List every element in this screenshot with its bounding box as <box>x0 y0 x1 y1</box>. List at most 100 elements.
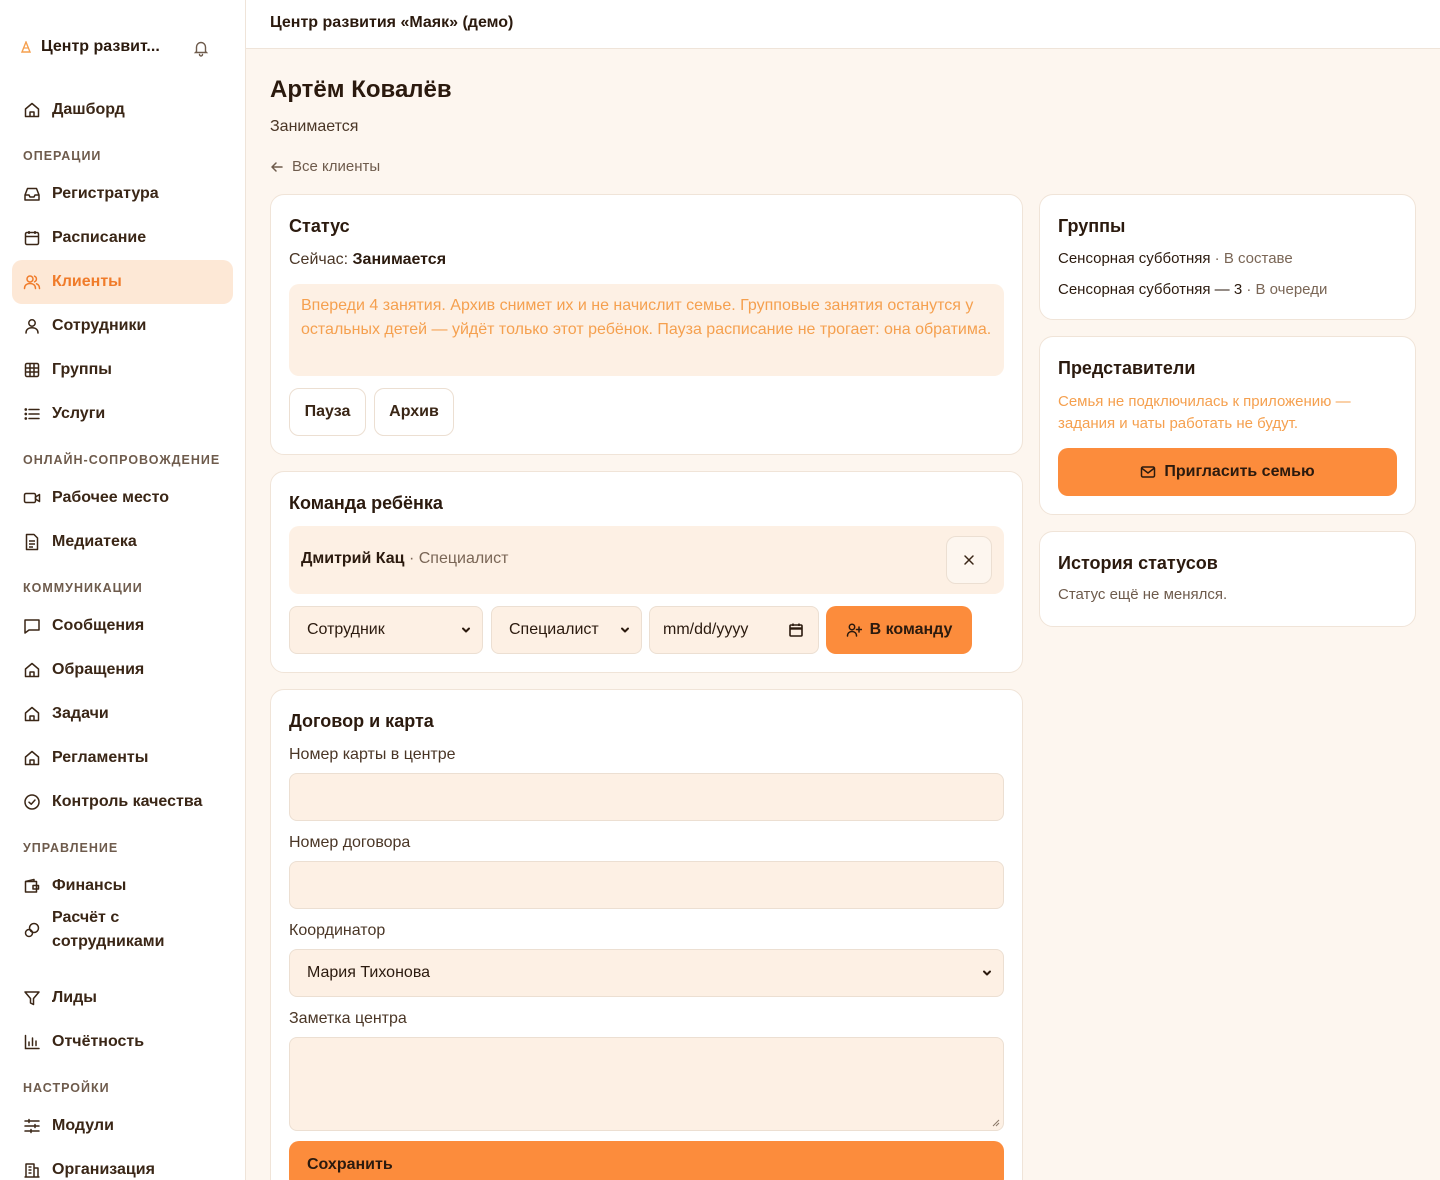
back-link-label: Все клиенты <box>292 158 381 175</box>
section-label-communications: КОММУНИКАЦИИ <box>23 581 143 595</box>
sidebar-item-label: Медиатека <box>52 533 137 550</box>
grid-icon <box>23 361 41 379</box>
sidebar-item-label: Лиды <box>52 989 97 1006</box>
bell-icon[interactable] <box>192 39 210 57</box>
contract-number-input[interactable] <box>289 861 1004 909</box>
card-number-input[interactable] <box>289 773 1004 821</box>
sidebar-item-reports[interactable]: Отчётность <box>12 1020 233 1064</box>
building-icon <box>23 1161 41 1179</box>
sidebar-item-label: Регламенты <box>52 749 149 766</box>
team-member-name: Дмитрий Кац · Специалист <box>301 550 509 567</box>
check-circle-icon <box>23 793 41 811</box>
archive-warning: Впереди 4 занятия. Архив снимет их и не … <box>289 284 1004 376</box>
sidebar-item-label: Рабочее место <box>52 489 169 506</box>
sidebar-item-tasks[interactable]: Задачи <box>12 692 233 736</box>
chevron-down-icon <box>983 970 991 976</box>
sidebar-item-label: Клиенты <box>52 273 122 290</box>
sidebar-item-label: Задачи <box>52 705 109 722</box>
chevron-down-icon <box>621 627 629 633</box>
sidebar-item-workspace[interactable]: Рабочее место <box>12 476 233 520</box>
filter-icon <box>23 989 41 1007</box>
sidebar-item-label: Группы <box>52 361 112 378</box>
sidebar-item-media[interactable]: Медиатека <box>12 520 233 564</box>
role-select[interactable]: Специалист <box>491 606 642 654</box>
sidebar-item-services[interactable]: Услуги <box>12 392 233 436</box>
topbar-title: Центр развития «Маяк» (демо) <box>270 14 514 31</box>
archive-button[interactable]: Архив <box>374 388 454 436</box>
group-item[interactable]: Сенсорная субботняя — 3 · В очереди <box>1058 281 1327 298</box>
employee-select[interactable]: Сотрудник <box>289 606 483 654</box>
wallet-icon <box>23 877 41 895</box>
section-label-operations: ОПЕРАЦИИ <box>23 149 102 163</box>
sidebar-item-groups[interactable]: Группы <box>12 348 233 392</box>
remove-member-button[interactable] <box>946 536 992 584</box>
sidebar-item-dashboard[interactable]: Дашборд <box>12 88 233 132</box>
sidebar-item-clients[interactable]: Клиенты <box>12 260 233 304</box>
sidebar-item-label: Расписание <box>52 229 147 246</box>
page-title: Артём Ковалёв <box>270 76 452 103</box>
child-team-card: Команда ребёнка Дмитрий Кац · Специалист… <box>270 471 1023 673</box>
groups-card-title: Группы <box>1058 216 1126 236</box>
status-history-card: История статусов Статус ещё не менялся. <box>1039 531 1416 627</box>
invite-family-button[interactable]: Пригласить семью <box>1058 448 1397 496</box>
sidebar-item-organization[interactable]: Организация <box>12 1148 233 1180</box>
sidebar-item-label: Услуги <box>52 405 106 422</box>
chevron-down-icon <box>462 627 470 633</box>
sliders-icon <box>23 1117 41 1135</box>
home-icon <box>23 749 41 767</box>
sidebar-item-label: Расчёт с сотрудниками <box>52 909 165 950</box>
sidebar-item-staff[interactable]: Сотрудники <box>12 304 233 348</box>
home-icon <box>23 705 41 723</box>
sidebar-item-leads[interactable]: Лиды <box>12 976 233 1020</box>
current-status: Сейчас: Занимается <box>289 251 447 268</box>
sidebar-item-schedule[interactable]: Расписание <box>12 216 233 260</box>
sidebar-item-label: Регистратура <box>52 185 159 202</box>
representatives-card: Представители Семья не подключилась к пр… <box>1039 336 1416 515</box>
sidebar-item-label: Дашборд <box>52 101 125 118</box>
group-item[interactable]: Сенсорная субботняя · В составе <box>1058 250 1293 267</box>
back-to-clients-link[interactable]: Все клиенты <box>270 158 380 175</box>
sidebar-header: Центр развит... <box>0 30 245 66</box>
lighthouse-logo-icon <box>20 41 32 53</box>
home-icon <box>23 661 41 679</box>
resize-grip-icon[interactable] <box>992 1119 1000 1127</box>
user-icon <box>23 317 41 335</box>
sidebar-item-label: Отчётность <box>52 1033 145 1050</box>
file-icon <box>23 533 41 551</box>
message-icon <box>23 617 41 635</box>
org-name: Центр развит... <box>41 38 160 55</box>
center-note-textarea[interactable] <box>289 1037 1004 1131</box>
section-label-settings: НАСТРОЙКИ <box>23 1081 110 1095</box>
add-to-team-button[interactable]: В команду <box>826 606 972 654</box>
sidebar-item-requests[interactable]: Обращения <box>12 648 233 692</box>
sidebar-item-payroll[interactable]: Расчёт с сотрудниками <box>12 902 233 958</box>
section-label-online: ОНЛАЙН-СОПРОВОЖДЕНИЕ <box>23 453 221 467</box>
bar-chart-icon <box>23 1033 41 1051</box>
contract-number-label: Номер договора <box>289 834 411 851</box>
sidebar-item-label: Контроль качества <box>52 793 203 810</box>
save-button[interactable]: Сохранить <box>289 1141 1004 1180</box>
sidebar-item-label: Сотрудники <box>52 317 147 334</box>
arrow-left-icon <box>271 161 283 172</box>
video-icon <box>23 489 41 507</box>
sidebar-item-reception[interactable]: Регистратура <box>12 172 233 216</box>
mail-icon <box>1141 466 1156 478</box>
calendar-icon <box>23 229 41 247</box>
date-input[interactable]: mm/dd/yyyy <box>649 606 819 654</box>
sidebar-item-modules[interactable]: Модули <box>12 1104 233 1148</box>
sidebar-item-quality[interactable]: Контроль качества <box>12 780 233 824</box>
status-history-title: История статусов <box>1058 553 1218 573</box>
contract-card: Договор и карта Номер карты в центре Ном… <box>270 689 1023 1180</box>
status-card-title: Статус <box>289 216 350 236</box>
coins-icon <box>23 921 41 939</box>
sidebar-item-label: Организация <box>52 1161 155 1178</box>
coordinator-select[interactable]: Мария Тихонова <box>289 949 1004 997</box>
sidebar-item-messages[interactable]: Сообщения <box>12 604 233 648</box>
pause-button[interactable]: Пауза <box>289 388 366 436</box>
home-icon <box>23 101 41 119</box>
sidebar-item-regulations[interactable]: Регламенты <box>12 736 233 780</box>
contract-card-title: Договор и карта <box>289 711 434 731</box>
family-not-connected-note: Семья не подключилась к приложению — зад… <box>1058 393 1351 432</box>
sidebar-item-label: Финансы <box>52 877 127 894</box>
status-card: Статус Сейчас: Занимается Впереди 4 заня… <box>270 194 1023 455</box>
